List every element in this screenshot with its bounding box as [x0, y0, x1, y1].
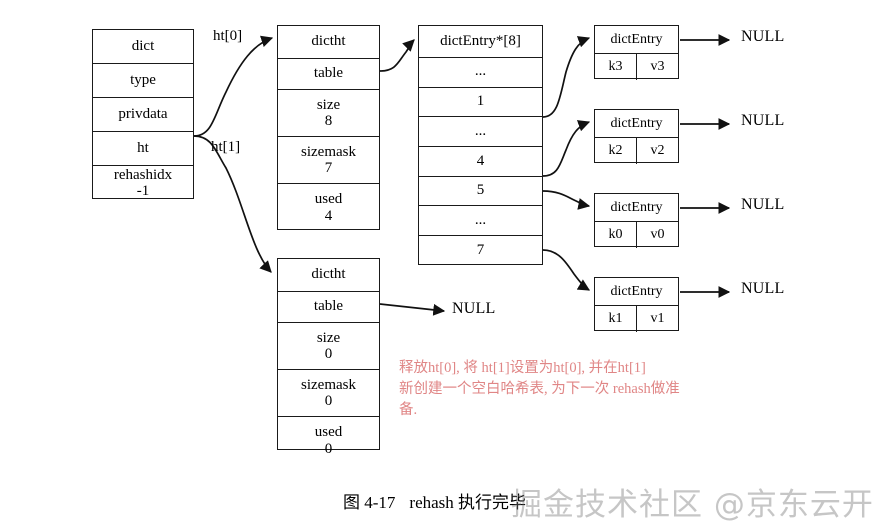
- connector-ht0: [193, 35, 274, 137]
- dictht1-used: used 0: [278, 417, 379, 464]
- dict-struct-box: dict type privdata ht rehashidx -1: [92, 29, 194, 199]
- dictht1-title: dictht: [278, 259, 379, 292]
- dictht1-box: dictht table size 0 sizemask 0 used 0: [277, 258, 380, 457]
- dictht0-sizemask-value: 7: [324, 160, 333, 176]
- null-label-entry-k0: NULL: [741, 196, 785, 213]
- dictht1-sizemask: sizemask 0: [278, 370, 379, 417]
- dict-entry-k3-value: v3: [650, 59, 665, 74]
- bucket-slot-3: 4: [419, 147, 542, 177]
- pointer-label-ht1: ht[1]: [211, 139, 241, 155]
- dictht1-sizemask-value: 0: [324, 393, 333, 409]
- bucket-slot-1: 1: [419, 88, 542, 118]
- bucket-slot-6: 7: [476, 242, 485, 259]
- dict-entry-k1-key: k1: [595, 306, 637, 332]
- dict-entry-k0-title: dictEntry: [595, 194, 678, 222]
- dictht1-sizemask-label: sizemask: [301, 376, 356, 393]
- dictht0-sizemask-label: sizemask: [301, 143, 356, 160]
- dict-entry-k3-title: dictEntry: [595, 26, 678, 54]
- dict-field-privdata: privdata: [93, 98, 193, 132]
- bucket-slot-0: ...: [419, 58, 542, 88]
- dict-title: dict: [93, 30, 193, 64]
- dict-field-rehashidx: rehashidx -1: [93, 166, 193, 200]
- connector-slot4: [542, 120, 591, 177]
- dict-field-rehashidx-name: rehashidx: [113, 166, 173, 183]
- connector-slot7: [542, 249, 591, 291]
- dictht0-sizemask: sizemask 7: [278, 137, 379, 184]
- dictht1-size-label: size: [316, 329, 341, 346]
- dictht0-box: dictht table size 8 sizemask 7 used 4: [277, 25, 380, 230]
- dict-field-type: type: [93, 64, 193, 98]
- connector-table1: [379, 303, 446, 316]
- dictht0-title: dictht: [278, 26, 379, 59]
- figure-caption-number: 图 4-17: [343, 493, 396, 512]
- dictht0-used: used 4: [278, 184, 379, 231]
- bucket-table-title: dictEntry*[8]: [419, 26, 542, 58]
- dict-entry-k0-key: k0: [595, 222, 637, 248]
- dict-entry-k2-value: v2: [650, 143, 665, 158]
- dictht1-size: size 0: [278, 323, 379, 370]
- bucket-slot-5: ...: [419, 206, 542, 237]
- dict-field-rehashidx-value: -1: [136, 183, 150, 199]
- dictht0-used-label: used: [314, 191, 343, 208]
- dictht0-size-value: 8: [324, 113, 333, 129]
- connector-table0: [379, 39, 415, 72]
- dict-entry-k2: dictEntry k2 v2: [594, 109, 679, 164]
- connector-ht1: [193, 135, 272, 273]
- null-label-entry-k1: NULL: [741, 280, 785, 297]
- dict-entry-k0-value: v0: [650, 227, 665, 242]
- annotation-line-3: 备.: [399, 402, 418, 419]
- annotation-line-2: 新创建一个空白哈希表, 为下一次 rehash做准: [399, 381, 680, 398]
- dictht0-table: table: [278, 59, 379, 90]
- dictht1-table: table: [278, 292, 379, 323]
- null-label-entry-k2: NULL: [741, 112, 785, 129]
- figure-caption-text: rehash 执行完毕: [409, 493, 527, 512]
- connector-slot5: [542, 190, 591, 210]
- dict-entry-k1-title: dictEntry: [595, 278, 678, 306]
- connector-slot1: [542, 36, 591, 118]
- dictht1-size-value: 0: [324, 346, 333, 362]
- dictht0-size-label: size: [316, 96, 341, 113]
- dict-entry-k1: dictEntry k1 v1: [594, 277, 679, 332]
- dict-entry-k0: dictEntry k0 v0: [594, 193, 679, 248]
- annotation-line-1: 释放ht[0], 将 ht[1]设置为ht[0], 并在ht[1]: [399, 360, 646, 376]
- dict-entry-k2-title: dictEntry: [595, 110, 678, 138]
- dictht1-used-label: used: [314, 424, 343, 441]
- dict-entry-k1-value: v1: [650, 311, 665, 326]
- bucket-slot-4: 5: [419, 177, 542, 207]
- pointer-label-ht0: ht[0]: [213, 28, 243, 44]
- bucket-table-box: dictEntry*[8] ... 1 ... 4 5 ... 7: [418, 25, 543, 265]
- bucket-slot-2: ...: [419, 117, 542, 148]
- null-label-entry-k3: NULL: [741, 28, 785, 45]
- dict-entry-k2-key: k2: [595, 138, 637, 164]
- dictht0-used-value: 4: [324, 207, 333, 224]
- dict-entry-k3-key: k3: [595, 54, 637, 80]
- dictht1-used-value: 0: [324, 440, 333, 457]
- dict-entry-k3: dictEntry k3 v3: [594, 25, 679, 80]
- null-label-dictht1-table: NULL: [452, 300, 496, 317]
- dict-field-ht: ht: [93, 132, 193, 166]
- annotation-note: 释放ht[0], 将 ht[1]设置为ht[0], 并在ht[1] 新创建一个空…: [399, 358, 815, 421]
- dictht0-size: size 8: [278, 90, 379, 137]
- figure-caption: 图 4-17 rehash 执行完毕: [343, 488, 526, 513]
